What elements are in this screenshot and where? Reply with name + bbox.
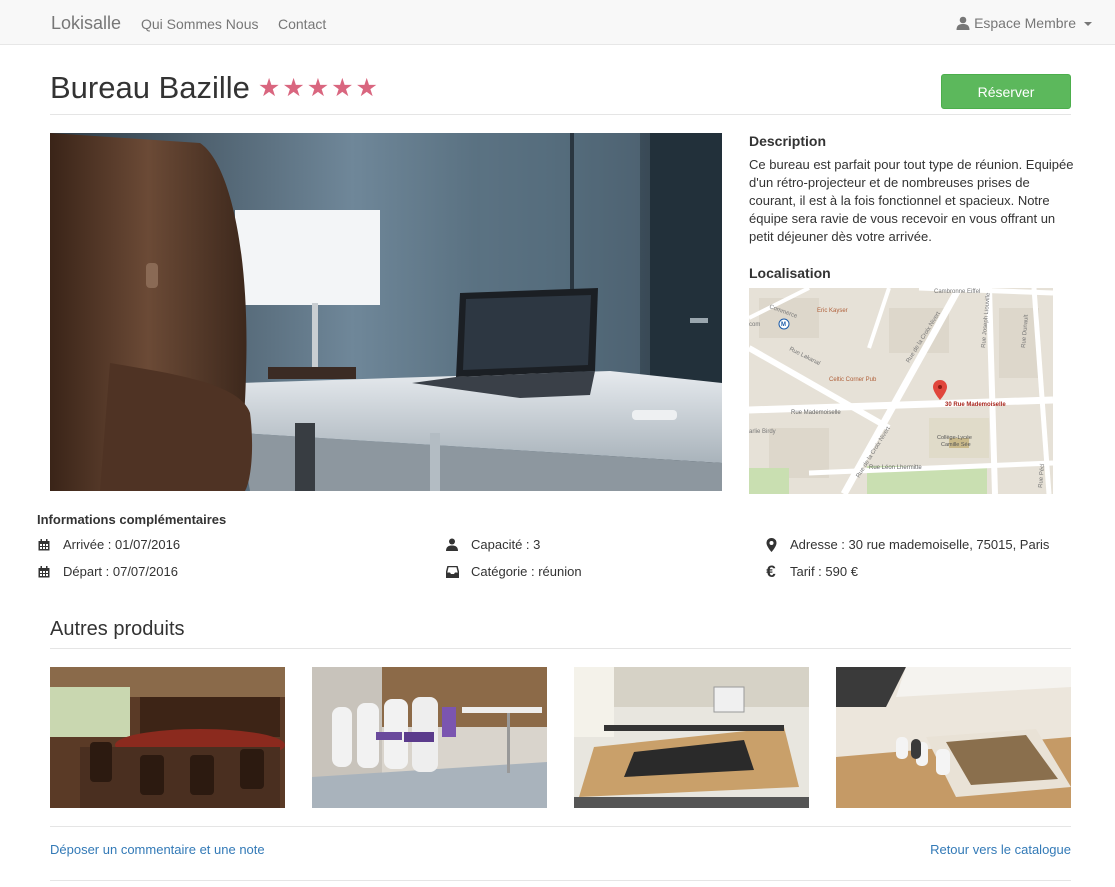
divider (50, 114, 1071, 115)
arrival-text: Arrivée : 01/07/2016 (63, 537, 181, 552)
info-address: Adresse : 30 rue mademoiselle, 75015, Pa… (764, 537, 1049, 552)
info-price: € Tarif : 590 € (764, 561, 858, 581)
map-label: Celtic Corner Pub (829, 377, 877, 383)
member-dropdown[interactable]: Espace Membre (956, 15, 1092, 31)
reserve-button[interactable]: Réserver (941, 74, 1071, 109)
divider (50, 826, 1071, 827)
address-text: Adresse : 30 rue mademoiselle, 75015, Pa… (790, 537, 1050, 552)
location-heading: Localisation (749, 265, 831, 281)
inbox-icon (445, 565, 459, 579)
nav-link-contact[interactable]: Contact (278, 16, 326, 32)
info-heading: Informations complémentaires (37, 512, 227, 527)
info-category: Catégorie : réunion (445, 564, 582, 579)
catalog-link[interactable]: Retour vers le catalogue (930, 842, 1071, 857)
others-heading: Autres produits (50, 618, 185, 640)
comment-link[interactable]: Déposer un commentaire et une note (50, 842, 265, 857)
info-departure: Départ : 07/07/2016 (37, 564, 178, 579)
svg-text:Camille Sée: Camille Sée (941, 442, 971, 448)
map-marker-label: 30 Rue Mademoiselle (945, 402, 1006, 408)
calendar-icon (37, 565, 51, 579)
member-label: Espace Membre (974, 15, 1076, 31)
svg-text:Collège-Lycée: Collège-Lycée (937, 435, 972, 441)
svg-text:com: com (749, 322, 760, 328)
description-heading: Description (749, 133, 827, 149)
rating-stars: ★★★★★ (257, 74, 380, 102)
nav-link-about[interactable]: Qui Sommes Nous (141, 16, 258, 32)
brand-logo[interactable]: Lokisalle (51, 13, 121, 34)
map-label: Eric Kayser (817, 308, 848, 314)
euro-icon: € (766, 561, 776, 581)
caret-down-icon (1084, 22, 1092, 26)
map-label: Rue Mademoiselle (791, 410, 841, 416)
navbar: Lokisalle Qui Sommes Nous Contact Espace… (0, 0, 1115, 45)
location-map[interactable]: Commerce com M Eric Kayser Cambronne Eif… (749, 288, 1053, 494)
user-icon (956, 16, 970, 30)
map-label: arlie Birdy (749, 429, 776, 435)
product-thumbnail-3[interactable] (574, 667, 809, 808)
departure-text: Départ : 07/07/2016 (63, 564, 178, 579)
main-photo (50, 133, 722, 491)
page-title: Bureau Bazille ★★★★★ (50, 70, 380, 106)
info-capacity: Capacité : 3 (445, 537, 540, 552)
calendar-icon (37, 538, 51, 552)
product-thumbnail-2[interactable] (312, 667, 547, 808)
capacity-text: Capacité : 3 (471, 537, 541, 552)
divider (50, 648, 1071, 649)
map-label: Cambronne Eiffel (934, 289, 980, 295)
map-marker-icon (764, 537, 778, 552)
divider (50, 880, 1071, 881)
map-label: Rue Léon Lhermitte (869, 465, 922, 471)
product-thumbnail-1[interactable] (50, 667, 285, 808)
category-text: Catégorie : réunion (471, 564, 582, 579)
info-arrival: Arrivée : 01/07/2016 (37, 537, 180, 552)
product-title: Bureau Bazille (50, 70, 250, 105)
description-text: Ce bureau est parfait pour tout type de … (749, 157, 1074, 244)
price-text: Tarif : 590 € (790, 564, 858, 579)
user-icon (445, 538, 459, 552)
product-thumbnail-4[interactable] (836, 667, 1071, 808)
svg-text:M: M (781, 322, 786, 328)
